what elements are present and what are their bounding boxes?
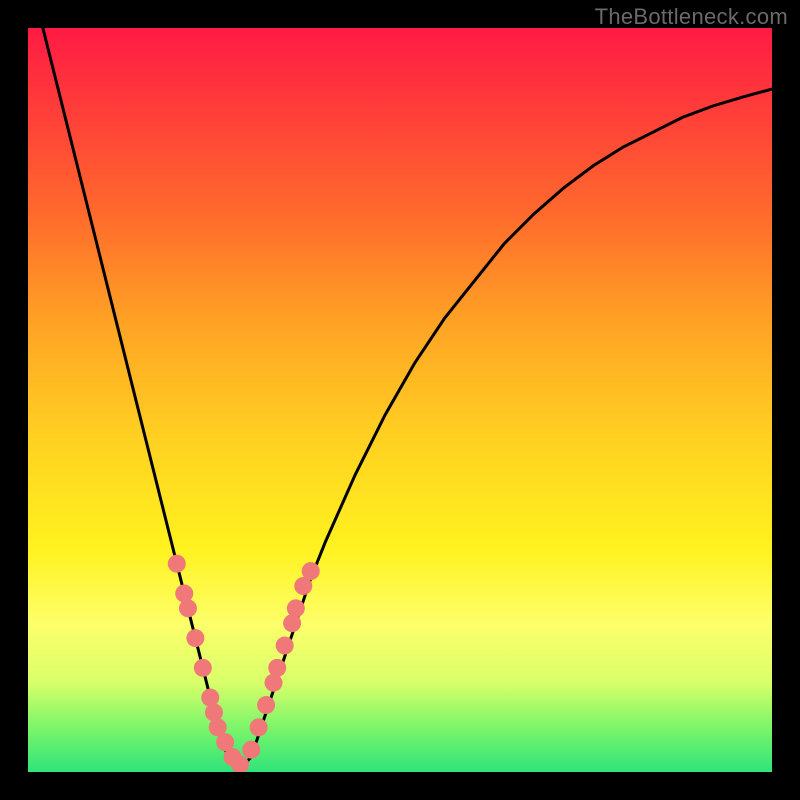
chart-frame: TheBottleneck.com	[0, 0, 800, 800]
watermark-text: TheBottleneck.com	[595, 4, 788, 30]
chart-plot-area	[28, 28, 772, 772]
